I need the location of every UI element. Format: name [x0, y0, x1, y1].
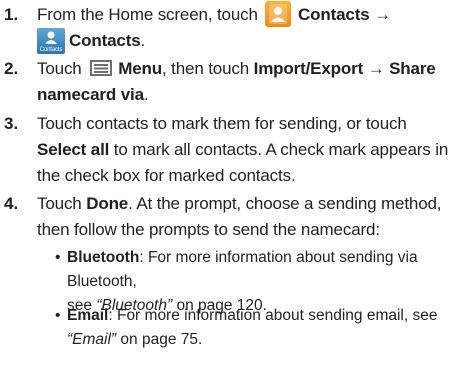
contacts-tab-icon: Contacts	[37, 27, 65, 54]
step-number: 4.	[4, 194, 19, 213]
step-number: 1.	[4, 5, 19, 24]
bullet-text: Email: For more information about sendin…	[67, 307, 438, 348]
contacts-app-icon	[265, 0, 292, 27]
instruction-page: 1. From the Home screen, touch Contacts …	[0, 0, 472, 391]
step-text: Touch Menu, then touch Import/Export → S…	[37, 59, 436, 104]
step-text: Touch Done. At the prompt, choose a send…	[37, 194, 442, 239]
step-text: From the Home screen, touch Contacts → C…	[37, 0, 468, 54]
bullet-email: • Email: For more information about send…	[55, 304, 468, 352]
step-text: Touch contacts to mark them for sending,…	[37, 114, 449, 185]
menu-icon	[90, 60, 113, 77]
step-number: 2.	[4, 59, 19, 78]
step-number: 3.	[4, 114, 19, 133]
cross-reference-link[interactable]: “Email”	[67, 331, 116, 348]
